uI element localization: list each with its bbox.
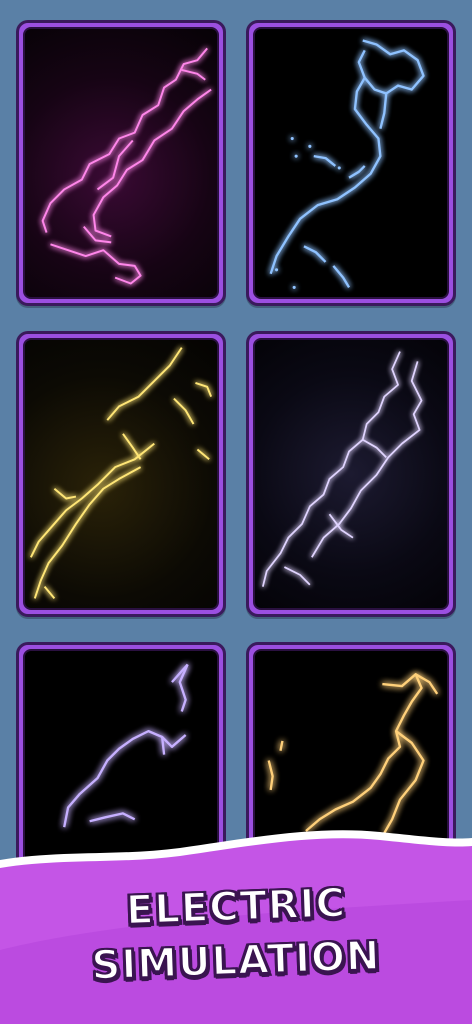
- pink-lightning-icon: [41, 47, 212, 285]
- lightning-card-pink[interactable]: [16, 20, 226, 306]
- lightning-preview-blue: [253, 27, 449, 299]
- lightning-card-yellow[interactable]: [16, 331, 226, 617]
- title-banner: ELECTRIC SIMULATION: [0, 820, 472, 1024]
- yellow-lightning-icon: [30, 347, 213, 600]
- lavender-lightning-icon: [261, 351, 423, 587]
- lightning-card-blue[interactable]: [246, 20, 456, 306]
- lightning-preview-pink: [23, 27, 219, 299]
- lightning-preview-yellow: [23, 338, 219, 610]
- lightning-preview-lavender: [253, 338, 449, 610]
- blue-lightning-icon: [269, 39, 425, 289]
- lightning-card-lavender[interactable]: [246, 331, 456, 617]
- app-screen: ELECTRIC SIMULATION: [0, 0, 472, 1024]
